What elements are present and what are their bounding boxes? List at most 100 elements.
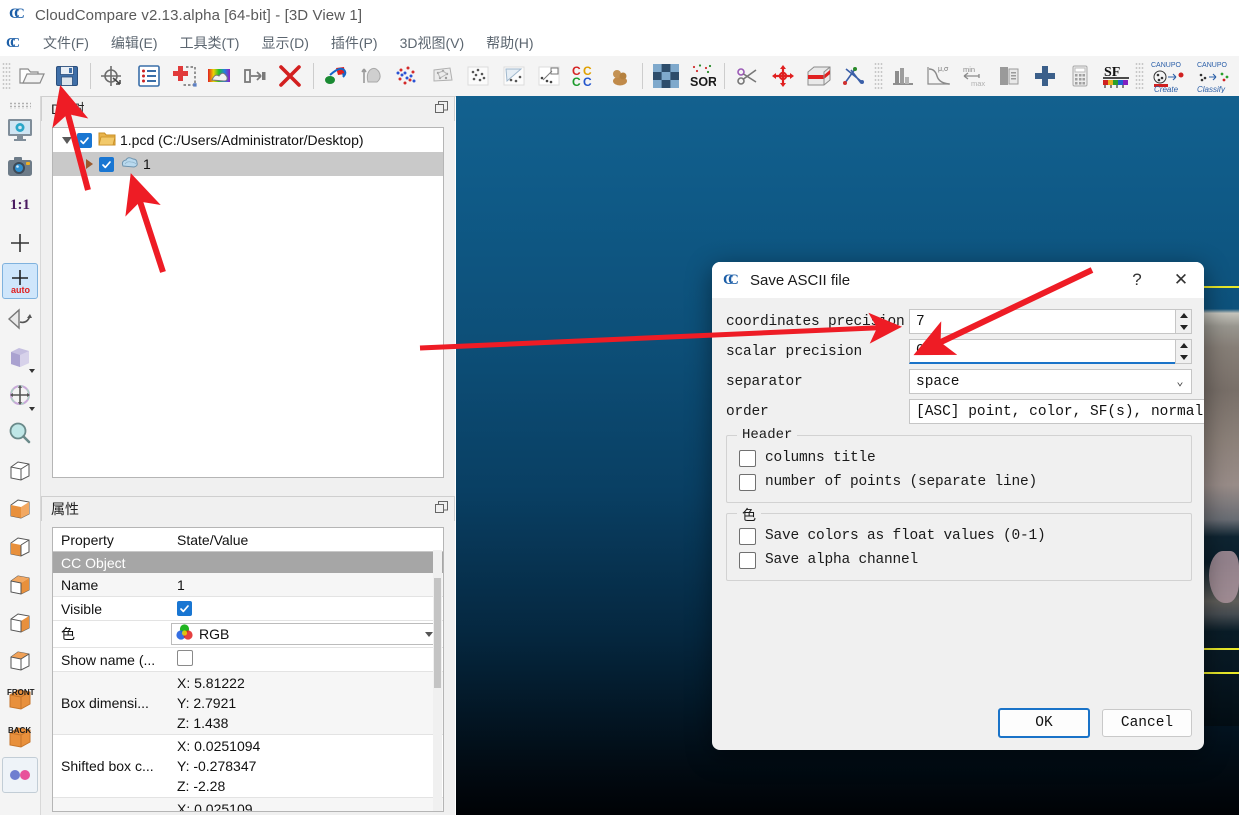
save-colors-float-checkbox[interactable]	[739, 527, 756, 545]
save-ascii-file-dialog[interactable]: C C Save ASCII file ? ✕ coordinates prec…	[712, 262, 1204, 750]
toolbar-grip[interactable]	[2, 62, 11, 90]
view-front-icon[interactable]: FRONT	[2, 681, 38, 717]
calculator-icon[interactable]	[1063, 58, 1098, 94]
scalar-precision-spinbox[interactable]	[909, 339, 1192, 364]
view-left-icon[interactable]	[2, 529, 38, 565]
merge-icon[interactable]	[237, 58, 272, 94]
columns-title-checkbox[interactable]	[739, 449, 756, 467]
scrollbar-thumb[interactable]	[434, 578, 441, 688]
table-row[interactable]: Box dimensi... X: 5.81222 Y: 2.7921 Z: 1…	[53, 672, 443, 735]
number-of-points-row[interactable]: number of points (separate line)	[739, 470, 1181, 494]
view-back-icon[interactable]: BACK	[2, 719, 38, 755]
close-icon[interactable]: ✕	[1158, 270, 1204, 290]
translate-rotate-icon[interactable]	[766, 58, 801, 94]
table-row[interactable]: 色 RGB	[53, 621, 443, 648]
segment-gray-icon[interactable]	[354, 58, 389, 94]
menu-plugins[interactable]: 插件(P)	[320, 33, 389, 53]
left-toolbar-grip[interactable]	[9, 102, 31, 109]
cancel-button[interactable]: Cancel	[1102, 709, 1192, 737]
table-row[interactable]: X: 0.025109	[53, 798, 443, 811]
cc-compare-icon[interactable]: C C C C	[567, 58, 602, 94]
zoom-one-to-one-icon[interactable]: 1:1	[2, 187, 38, 223]
properties-table[interactable]: Property State/Value CC Object Name 1 Vi…	[52, 527, 444, 812]
save-alpha-channel-checkbox[interactable]	[739, 551, 756, 569]
scalar-precision-spin-buttons[interactable]	[1175, 339, 1192, 364]
toolbar-grip[interactable]	[873, 62, 883, 90]
tree-item-checkbox[interactable]	[77, 132, 92, 148]
pivot-auto-icon[interactable]: auto	[2, 263, 38, 299]
add-point-icon[interactable]	[166, 58, 201, 94]
separator-combo[interactable]: space ⌄	[909, 369, 1192, 394]
scalar-precision-input[interactable]	[909, 339, 1175, 364]
statistical-test-icon[interactable]	[602, 58, 637, 94]
open-folder-icon[interactable]	[14, 58, 49, 94]
menu-help[interactable]: 帮助(H)	[475, 33, 544, 53]
table-row[interactable]: Visible	[53, 597, 443, 621]
stereo-mode-icon[interactable]	[2, 757, 38, 793]
sf-add-icon[interactable]	[1027, 58, 1062, 94]
spin-up-icon[interactable]	[1176, 340, 1191, 352]
view-right-icon[interactable]	[2, 567, 38, 603]
cloud-prim-dist-icon[interactable]	[531, 58, 566, 94]
properties-scrollbar[interactable]	[433, 550, 442, 811]
colors-rainbow-icon[interactable]	[202, 58, 237, 94]
zoom-magnifier-icon[interactable]	[2, 415, 38, 451]
display-settings-icon[interactable]	[2, 111, 38, 147]
view-bottom-icon[interactable]	[2, 491, 38, 527]
global-shift-icon[interactable]	[96, 58, 131, 94]
canupo-classify-icon[interactable]: CANUPO Classify	[1193, 58, 1239, 94]
translate-gizmo-icon[interactable]	[2, 377, 38, 413]
coordinates-precision-input[interactable]	[909, 309, 1175, 334]
table-row[interactable]: Name 1	[53, 573, 443, 597]
properties-list-icon[interactable]	[131, 58, 166, 94]
canupo-create-icon[interactable]: CANUPO Create	[1147, 58, 1193, 94]
menu-tools[interactable]: 工具类(T)	[169, 33, 251, 53]
spin-down-icon[interactable]	[1176, 322, 1191, 334]
help-button[interactable]: ?	[1116, 270, 1158, 290]
menu-file[interactable]: 文件(F)	[32, 33, 100, 53]
cube-shade-icon[interactable]	[2, 339, 38, 375]
histogram-icon[interactable]	[886, 58, 921, 94]
save-alpha-channel-row[interactable]: Save alpha channel	[739, 548, 1181, 572]
menu-edit[interactable]: 编辑(E)	[100, 33, 169, 53]
number-of-points-checkbox[interactable]	[739, 473, 756, 491]
chevron-right-icon[interactable]	[81, 159, 97, 169]
sf-colorscale-icon[interactable]: SF	[1098, 58, 1133, 94]
sf-delete-icon[interactable]	[992, 58, 1027, 94]
spin-up-icon[interactable]	[1176, 310, 1191, 322]
order-combo[interactable]: [ASC] point, color, SF(s), normal ⌄	[909, 399, 1204, 424]
mesh-gray-icon[interactable]	[425, 58, 460, 94]
minmax-icon[interactable]: min max	[956, 58, 991, 94]
viewport-rotate-icon[interactable]	[2, 301, 38, 337]
coordinates-precision-spin-buttons[interactable]	[1175, 309, 1192, 334]
registration-icon[interactable]	[319, 58, 354, 94]
pivot-center-icon[interactable]	[2, 225, 38, 261]
sor-filter-icon[interactable]: SOR	[684, 58, 719, 94]
scissors-icon[interactable]	[730, 58, 765, 94]
view-top-icon[interactable]	[2, 453, 38, 489]
save-floppy-icon[interactable]	[49, 58, 84, 94]
menu-display[interactable]: 显示(D)	[250, 33, 319, 53]
db-tree[interactable]: 1.pcd (C:/Users/Administrator/Desktop) 1	[52, 127, 444, 478]
toolbar-grip[interactable]	[1135, 62, 1145, 90]
gaussian-icon[interactable]: μ,σ	[921, 58, 956, 94]
tree-item-file[interactable]: 1.pcd (C:/Users/Administrator/Desktop)	[53, 128, 443, 152]
point-pair-align-icon[interactable]	[836, 58, 871, 94]
menu-3dview[interactable]: 3D视图(V)	[389, 33, 476, 53]
float-dock-icon[interactable]	[435, 101, 448, 117]
tree-item-cloud[interactable]: 1	[53, 152, 443, 176]
sample-points-icon[interactable]	[390, 58, 425, 94]
delete-cross-icon[interactable]	[273, 58, 308, 94]
save-colors-float-row[interactable]: Save colors as float values (0-1)	[739, 524, 1181, 548]
show-name-checkbox[interactable]	[177, 650, 193, 666]
columns-title-row[interactable]: columns title	[739, 446, 1181, 470]
tree-item-checkbox[interactable]	[99, 156, 114, 172]
chevron-down-icon[interactable]	[59, 136, 75, 144]
table-row[interactable]: Shifted box c... X: 0.0251094 Y: -0.2783…	[53, 735, 443, 798]
table-row[interactable]: Show name (...	[53, 648, 443, 672]
visible-checkbox[interactable]	[177, 600, 192, 616]
coordinates-precision-spinbox[interactable]	[909, 309, 1192, 334]
cloud-mesh-dist-icon[interactable]	[496, 58, 531, 94]
colors-combo[interactable]: RGB	[171, 623, 441, 645]
spin-down-icon[interactable]	[1176, 352, 1191, 364]
